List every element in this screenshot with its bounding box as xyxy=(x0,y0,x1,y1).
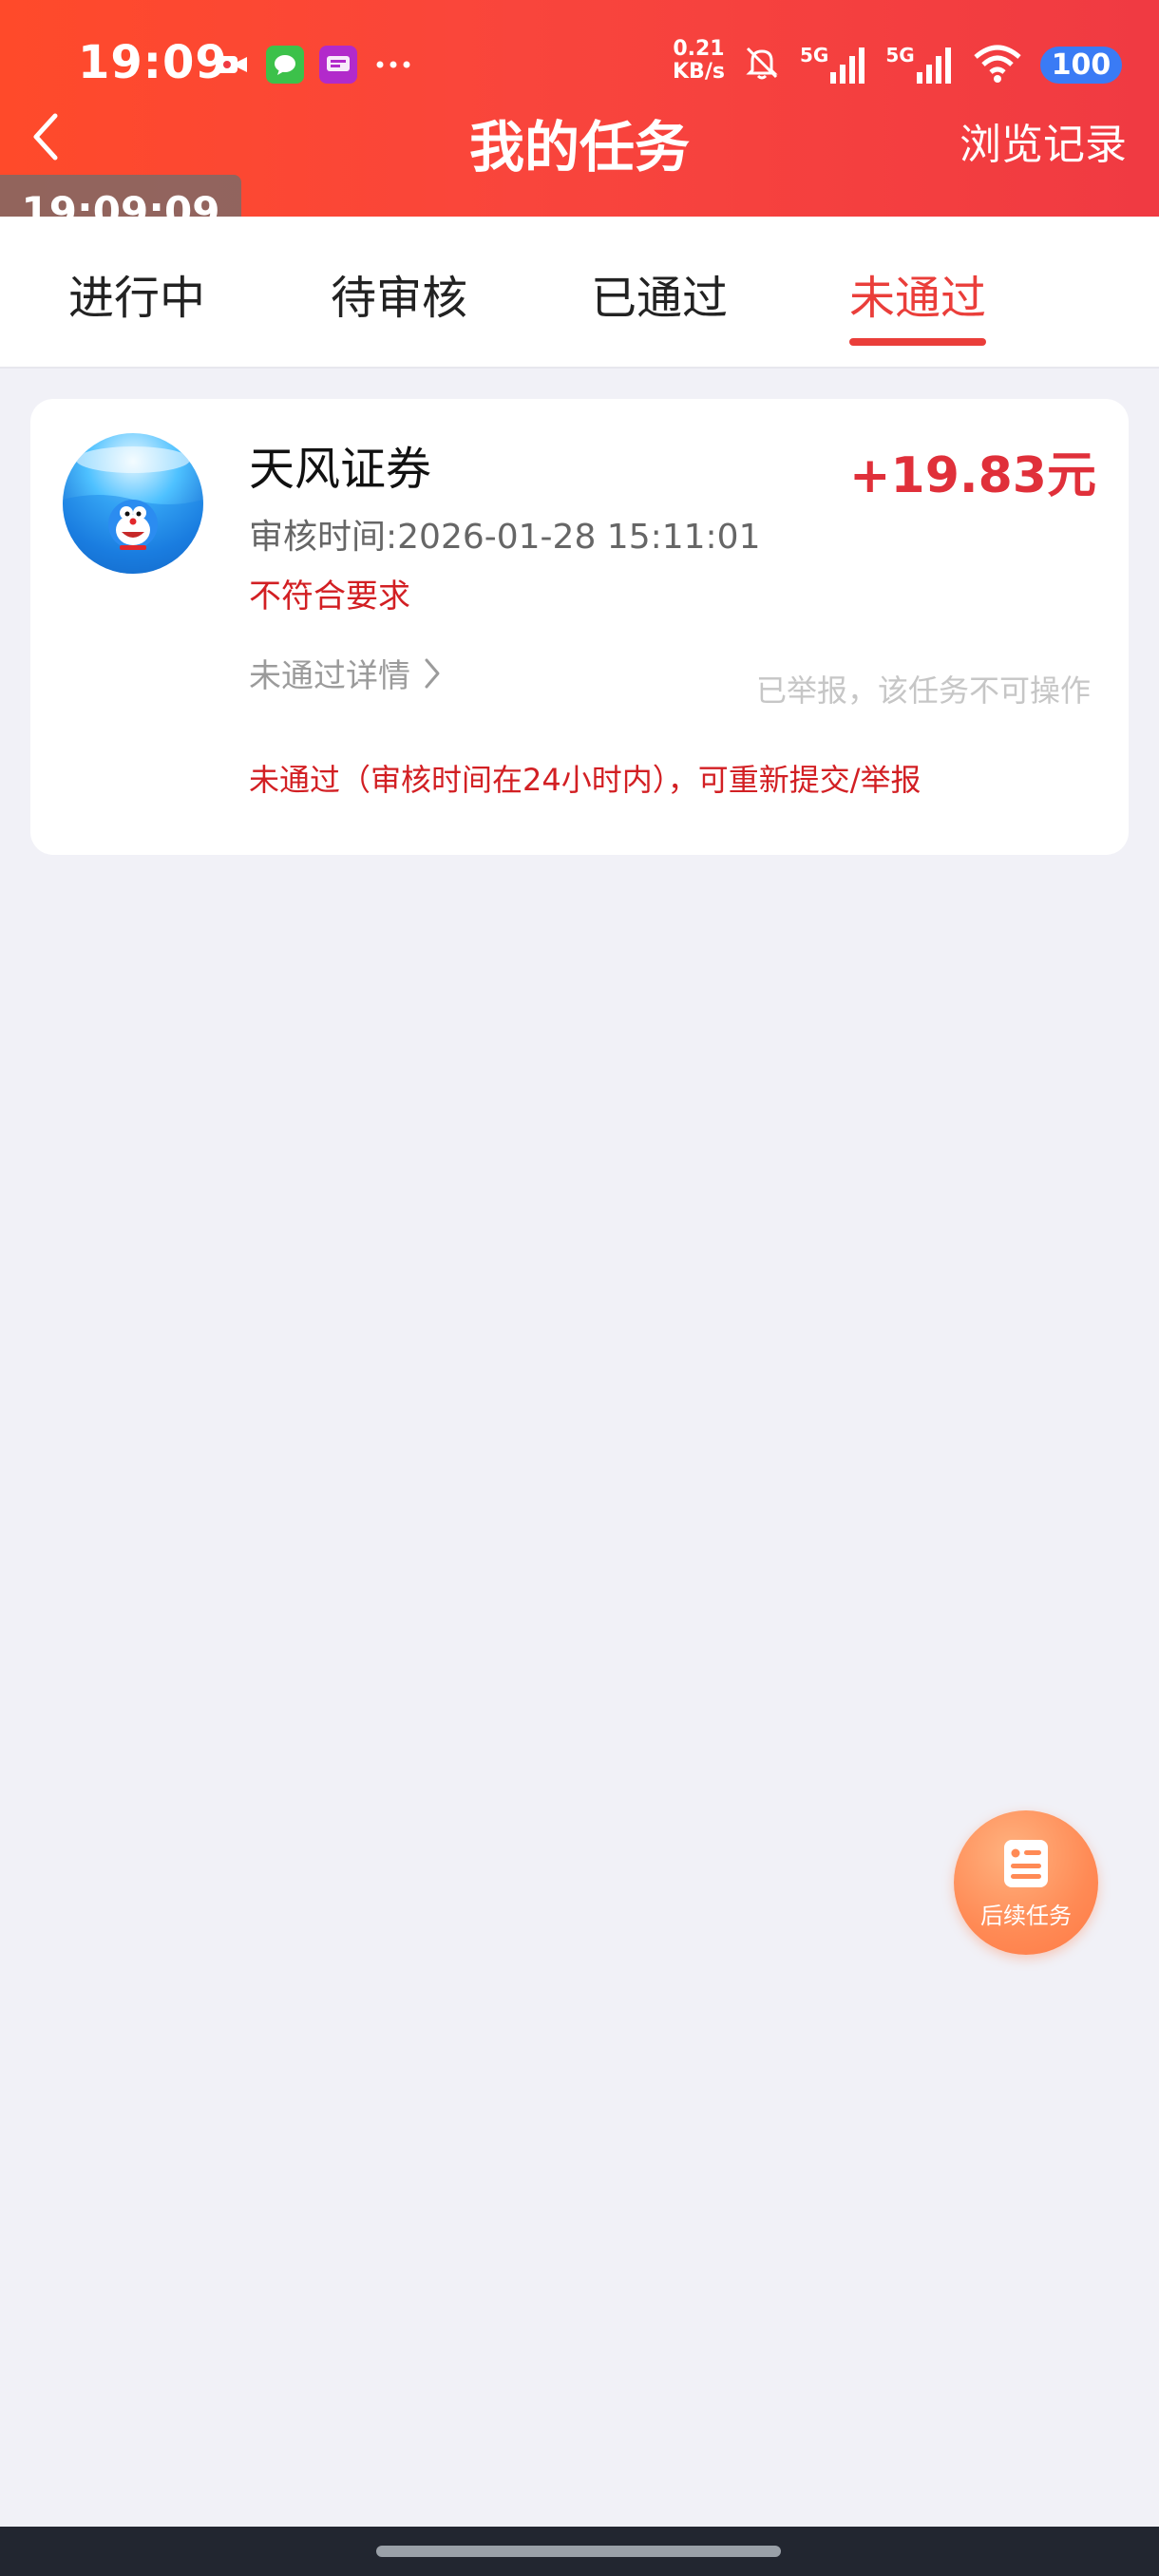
notification-icons xyxy=(213,46,414,84)
task-avatar xyxy=(63,433,203,574)
navigation-bar xyxy=(0,2527,1159,2576)
message-app-icon xyxy=(266,46,304,84)
document-list-icon xyxy=(1004,1839,1048,1887)
review-time: 审核时间:2026-01-28 15:11:01 xyxy=(249,518,761,557)
rejection-reason: 不符合要求 xyxy=(249,578,410,616)
signal-5g-label-2: 5G xyxy=(885,44,915,66)
status-bar: 19:09 0.21 KB/s 5G 5G 100 xyxy=(0,0,1159,114)
chevron-right-icon xyxy=(425,658,440,688)
rejection-detail-link[interactable]: 未通过详情 xyxy=(249,650,443,696)
wifi-icon xyxy=(972,42,1023,87)
task-status-tabs: 进行中 待审核 已通过 未通过 xyxy=(0,217,1159,369)
status-time: 19:09 xyxy=(78,36,228,89)
system-icons: 5G 5G 100 xyxy=(741,38,1123,91)
resubmit-note: 未通过（审核时间在24小时内），可重新提交/举报 xyxy=(249,762,922,798)
task-card[interactable]: 天风证券 +19.83元 审核时间:2026-01-28 15:11:01 不符… xyxy=(30,399,1129,855)
tab-rejected[interactable]: 未通过 xyxy=(849,260,986,327)
task-reward: +19.83元 xyxy=(848,447,1096,504)
mute-icon xyxy=(741,42,783,87)
battery-indicator: 100 xyxy=(1039,46,1123,84)
tab-in-progress[interactable]: 进行中 xyxy=(68,260,205,327)
rejection-detail-label: 未通过详情 xyxy=(249,657,410,695)
signal-5g-icon-2: 5G xyxy=(885,44,954,85)
signal-5g-icon: 5G xyxy=(800,44,868,85)
reported-status: 已举报，该任务不可操作 xyxy=(755,672,1091,709)
browse-history-link[interactable]: 浏览记录 xyxy=(960,110,1127,171)
follow-up-tasks-button[interactable]: 后续任务 xyxy=(954,1810,1098,1955)
screen-record-icon xyxy=(213,46,251,84)
tab-pending-review[interactable]: 待审核 xyxy=(331,260,467,327)
network-speed: 0.21 KB/s xyxy=(673,38,725,84)
signal-5g-label: 5G xyxy=(800,44,829,66)
follow-up-tasks-label: 后续任务 xyxy=(980,1902,1072,1929)
app-notification-icon xyxy=(319,46,357,84)
network-speed-value: 0.21 xyxy=(673,37,725,61)
tab-approved[interactable]: 已通过 xyxy=(591,260,728,327)
network-speed-unit: KB/s xyxy=(673,60,725,84)
task-name: 天风证券 xyxy=(249,443,432,496)
more-notifications-icon xyxy=(372,46,414,84)
home-indicator[interactable] xyxy=(376,2546,781,2557)
active-tab-indicator xyxy=(849,338,986,346)
